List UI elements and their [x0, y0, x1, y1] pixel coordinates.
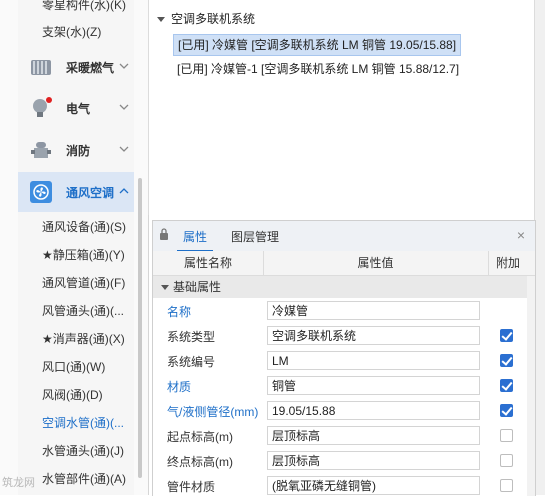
- header-property-value: 属性值: [263, 251, 489, 275]
- lightbulb-icon: [33, 97, 52, 117]
- property-row: 气/液侧管径(mm) 19.05/15.88: [153, 399, 527, 424]
- sidebar-item-supports[interactable]: 支架(水)(Z): [42, 22, 138, 42]
- category-heating-gas[interactable]: 采暖燃气: [18, 47, 134, 87]
- close-icon[interactable]: ×: [515, 228, 527, 242]
- property-row: 材质 铜管: [153, 374, 527, 399]
- component-tree-panel: 空调多联机系统 [已用] 冷媒管 [空调多联机系统 LM 铜管 19.05/15…: [148, 0, 535, 215]
- tree-node[interactable]: [已用] 冷媒管-1 [空调多联机系统 LM 铜管 15.88/12.7]: [173, 59, 463, 79]
- property-value-field[interactable]: 19.05/15.88: [267, 401, 480, 420]
- sidebar-item-plenum-box[interactable]: ★静压箱(通)(Y): [42, 245, 138, 265]
- property-name: 起点标高(m): [167, 430, 233, 444]
- category-hvac[interactable]: 通风空调: [18, 172, 134, 212]
- lock-icon[interactable]: [159, 228, 169, 240]
- property-value-field[interactable]: (脱氧亚磷无缝铜管): [267, 476, 480, 495]
- properties-tabbar: 属性 图层管理 ×: [153, 221, 535, 252]
- property-row: 起点标高(m) 层顶标高: [153, 424, 527, 449]
- header-additional: 附加: [495, 256, 520, 270]
- sidebar-item-water-pipe-component[interactable]: 水管部件(通)(A): [42, 469, 138, 489]
- chevron-down-icon: [119, 146, 129, 152]
- group-label: 基础属性: [173, 280, 222, 294]
- fire-hydrant-icon: [31, 142, 51, 158]
- header-property-name: 属性名称: [153, 251, 264, 275]
- sidebar-item-air-outlet[interactable]: 风口(通)(W): [42, 357, 138, 377]
- category-label: 采暖燃气: [66, 61, 115, 75]
- tab-layer-management[interactable]: 图层管理: [225, 228, 285, 250]
- property-name: 名称: [167, 305, 192, 319]
- properties-scrollbar[interactable]: [527, 276, 535, 496]
- additional-checkbox[interactable]: [500, 479, 513, 492]
- properties-panel: 属性 图层管理 × 属性名称 属性值 附加 基础属性 名称 冷媒管系统类型 空调多联…: [152, 220, 536, 496]
- group-basic-properties[interactable]: 基础属性: [153, 276, 527, 298]
- chevron-down-icon: [119, 63, 129, 69]
- expand-arrow-icon[interactable]: [157, 17, 165, 23]
- notification-dot: [46, 97, 52, 103]
- collapse-arrow-icon[interactable]: [161, 285, 169, 290]
- additional-checkbox[interactable]: [500, 454, 513, 467]
- property-name: 管件材质: [167, 480, 216, 494]
- additional-checkbox-checked[interactable]: [500, 329, 513, 342]
- category-electrical[interactable]: 电气: [18, 88, 134, 128]
- tree-root[interactable]: 空调多联机系统: [157, 10, 255, 28]
- property-name: 材质: [167, 380, 192, 394]
- property-row: 系统类型 空调多联机系统: [153, 324, 527, 349]
- chevron-up-icon: [119, 188, 129, 194]
- watermark: 筑龙网: [2, 477, 35, 489]
- sidebar-item-ac-water-pipe[interactable]: 空调水管(通)(...: [42, 413, 138, 433]
- sidebar-item-misc-components[interactable]: 零星构件(水)(K): [42, 0, 138, 15]
- property-name: 系统类型: [167, 330, 216, 344]
- additional-checkbox[interactable]: [500, 429, 513, 442]
- category-label: 电气: [66, 102, 91, 116]
- tree-node-selected[interactable]: [已用] 冷媒管 [空调多联机系统 LM 铜管 19.05/15.88]: [173, 34, 462, 56]
- property-value-field[interactable]: 冷媒管: [267, 301, 480, 320]
- sidebar-item-ventilation-duct[interactable]: 通风管道(通)(F): [42, 273, 138, 293]
- sidebar-item-water-pipe-fitting[interactable]: 水管通头(通)(J): [42, 441, 138, 461]
- property-value-field[interactable]: 铜管: [267, 376, 480, 395]
- sidebar-item-silencer[interactable]: ★消声器(通)(X): [42, 329, 138, 349]
- category-label: 通风空调: [66, 186, 115, 200]
- property-value-field[interactable]: LM: [267, 351, 480, 370]
- property-value-field[interactable]: 层顶标高: [267, 451, 480, 470]
- property-name: 系统编号: [167, 355, 216, 369]
- property-value-field[interactable]: 层顶标高: [267, 426, 480, 445]
- property-name: 终点标高(m): [167, 455, 233, 469]
- fan-icon: [30, 181, 52, 203]
- additional-checkbox-checked[interactable]: [500, 354, 513, 367]
- property-value-field[interactable]: 空调多联机系统: [267, 326, 480, 345]
- property-row: 终点标高(m) 层顶标高: [153, 449, 527, 474]
- category-fire-protection[interactable]: 消防: [18, 130, 134, 170]
- sidebar-scrollbar[interactable]: [138, 178, 142, 478]
- category-label: 消防: [66, 144, 91, 158]
- property-name: 气/液侧管径(mm): [167, 405, 259, 419]
- radiator-icon: [31, 60, 51, 75]
- sidebar-item-vent-equipment[interactable]: 通风设备(通)(S): [42, 217, 138, 237]
- property-row: 管件材质 (脱氧亚磷无缝铜管): [153, 474, 527, 499]
- sidebar-item-air-valve[interactable]: 风阀(通)(D): [42, 385, 138, 405]
- tree-root-label: 空调多联机系统: [171, 12, 256, 26]
- additional-checkbox-checked[interactable]: [500, 379, 513, 392]
- additional-checkbox-checked[interactable]: [500, 404, 513, 417]
- tab-properties[interactable]: 属性: [177, 228, 214, 252]
- sidebar-item-duct-fitting[interactable]: 风管通头(通)(...: [42, 301, 138, 321]
- component-sidebar: 零星构件(水)(K) 支架(水)(Z) 采暖燃气 电气 消防 通风空调 通风设备…: [0, 0, 149, 495]
- chevron-down-icon: [119, 104, 129, 110]
- properties-table-header: 属性名称 属性值 附加: [153, 251, 535, 276]
- property-row: 系统编号 LM: [153, 349, 527, 374]
- property-row: 名称 冷媒管: [153, 299, 527, 324]
